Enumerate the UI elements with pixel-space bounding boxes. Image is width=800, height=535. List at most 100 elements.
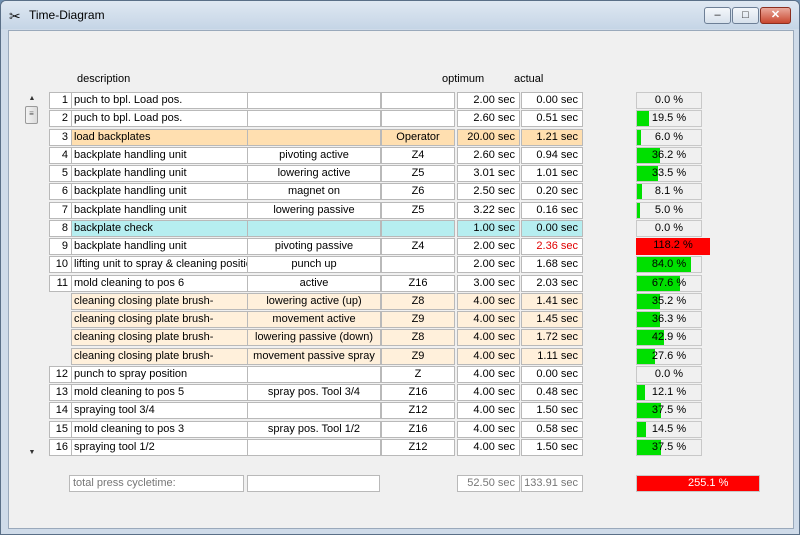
- percentage-bar: 19.5 %: [636, 110, 702, 128]
- header-description: description: [77, 73, 131, 85]
- row-code: Z16: [381, 274, 455, 292]
- row-optimum: 2.00 sec: [457, 256, 520, 274]
- row-optimum: 4.00 sec: [457, 347, 520, 365]
- table-row[interactable]: 10 lifting unit to spray & cleaning posit…: [9, 256, 793, 274]
- row-optimum: 1.00 sec: [457, 219, 520, 237]
- row-code: Z12: [381, 402, 455, 420]
- table-row[interactable]: 7 backplate handling unit lowering passive…: [9, 201, 793, 220]
- percentage-label: 5.0 %: [654, 203, 684, 216]
- percentage-bar: 0.0 %: [636, 219, 702, 237]
- total-cycletime-label: total press cycletime:: [69, 475, 244, 492]
- table-row[interactable]: 8 backplate check 1.00 sec 0.00 sec 0.0 %: [9, 219, 793, 238]
- row-code: Z: [381, 365, 455, 383]
- row-optimum: 4.00 sec: [457, 365, 520, 383]
- table-row[interactable]: 3 load backplates Operator 20.00 sec 1.21 se…: [9, 128, 793, 147]
- row-action: [247, 92, 381, 109]
- row-action: [247, 128, 381, 146]
- close-button[interactable]: ✕: [760, 7, 791, 24]
- row-actual: 0.16 sec: [521, 201, 583, 219]
- percentage-label: 35.2 %: [651, 294, 687, 307]
- row-optimum: 4.00 sec: [457, 311, 520, 328]
- header-optimum: optimum: [442, 73, 485, 85]
- header-actual: actual: [514, 73, 544, 85]
- table-row[interactable]: 1 puch to bpl. Load pos. 2.00 sec 0.00 sec 0…: [9, 92, 793, 110]
- row-action: [247, 219, 381, 237]
- table-row[interactable]: 16 spraying tool 1/2 Z12 4.00 sec 1.50 sec 37…: [9, 438, 793, 457]
- row-number: 9: [49, 238, 72, 255]
- percentage-bar: 0.0 %: [636, 92, 702, 109]
- row-number: [49, 293, 72, 310]
- maximize-button[interactable]: □: [732, 7, 759, 24]
- row-number: 6: [49, 183, 72, 201]
- percentage-bar: 118.2 %: [636, 238, 712, 255]
- time-diagram-window: ✂ Time-Diagram – □ ✕ description optimum…: [0, 0, 800, 535]
- percentage-bar: 67.6 %: [636, 274, 702, 292]
- percentage-bar: 36.3 %: [636, 311, 702, 328]
- table-row[interactable]: cleaning closing plate brush-movement pa…: [9, 347, 793, 366]
- percentage-label: 14.5 %: [651, 422, 687, 435]
- table-row[interactable]: 15 mold cleaning to pos 3 spray pos. Tool …: [9, 420, 793, 439]
- table-row[interactable]: 2 puch to bpl. Load pos. 2.60 sec 0.51 sec 1…: [9, 110, 793, 128]
- percentage-bar: 0.0 %: [636, 365, 702, 383]
- row-optimum: 2.00 sec: [457, 238, 520, 255]
- row-description: puch to bpl. Load pos.: [71, 92, 252, 109]
- percentage-label: 12.1 %: [651, 386, 687, 398]
- row-actual: 0.20 sec: [521, 183, 583, 201]
- table-row[interactable]: 5 backplate handling unit lowering active Z…: [9, 165, 793, 183]
- table-row[interactable]: 9 backplate handling unit pivoting passive…: [9, 238, 793, 256]
- row-optimum: 4.00 sec: [457, 438, 520, 456]
- percentage-bar: 84.0 %: [636, 256, 702, 274]
- table-row[interactable]: 13 mold cleaning to pos 5 spray pos. Tool …: [9, 384, 793, 402]
- row-number: 5: [49, 165, 72, 182]
- row-optimum: 20.00 sec: [457, 128, 520, 146]
- app-icon: ✂: [9, 8, 21, 24]
- row-number: 2: [49, 110, 72, 128]
- table-row[interactable]: 11 mold cleaning to pos 6 active Z16 3.00 se…: [9, 274, 793, 293]
- row-number: 7: [49, 201, 72, 219]
- total-percentage-label: 255.1 %: [688, 477, 729, 489]
- row-optimum: 4.00 sec: [457, 292, 520, 310]
- table-row[interactable]: 12 punch to spray position Z 4.00 sec 0.00 s…: [9, 365, 793, 384]
- row-number: [49, 311, 72, 328]
- percentage-bar: 6.0 %: [636, 128, 702, 146]
- row-actual: 0.00 sec: [521, 219, 583, 237]
- row-action: pivoting active: [247, 146, 381, 164]
- row-number: 12: [49, 365, 72, 383]
- percentage-bar: 37.5 %: [636, 402, 702, 420]
- row-description: spraying tool 1/2: [71, 438, 252, 456]
- row-description: backplate handling unit: [71, 183, 252, 201]
- percentage-label: 0.0 %: [654, 221, 684, 234]
- row-code: Z5: [381, 201, 455, 219]
- minimize-button[interactable]: –: [704, 7, 731, 24]
- row-optimum: 4.00 sec: [457, 384, 520, 401]
- table-row[interactable]: cleaning closing plate brush-movement ac…: [9, 311, 793, 329]
- row-action: movement active: [247, 311, 381, 328]
- title-bar[interactable]: ✂ Time-Diagram – □ ✕: [1, 1, 799, 29]
- percentage-label: 42.9 %: [651, 331, 687, 344]
- row-actual: 2.03 sec: [521, 274, 583, 292]
- percentage-label: 0.0 %: [654, 94, 684, 106]
- table-row[interactable]: cleaning closing plate brush-lowering ac…: [9, 292, 793, 311]
- table-row[interactable]: 6 backplate handling unit magnet on Z6 2.50 …: [9, 183, 793, 201]
- percentage-bar: 37.5 %: [636, 438, 702, 456]
- row-description: backplate handling unit: [71, 238, 252, 255]
- row-number: 14: [49, 402, 72, 420]
- row-code: Operator: [381, 128, 455, 146]
- row-code: Z6: [381, 183, 455, 201]
- row-actual: 1.72 sec: [521, 329, 583, 347]
- percentage-label: 19.5 %: [651, 112, 687, 125]
- row-code: Z8: [381, 329, 455, 347]
- table-row[interactable]: cleaning closing plate brush-lowering pa…: [9, 329, 793, 347]
- row-number: 1: [49, 92, 72, 109]
- row-code: Z8: [381, 292, 455, 310]
- row-code: Z16: [381, 420, 455, 438]
- row-code: Z5: [381, 165, 455, 182]
- table-row[interactable]: 14 spraying tool 3/4 Z12 4.00 sec 1.50 sec 37…: [9, 402, 793, 420]
- percentage-label: 37.5 %: [651, 404, 687, 417]
- row-description: punch to spray position: [71, 365, 252, 383]
- row-number: 11: [49, 274, 72, 292]
- row-optimum: 4.00 sec: [457, 402, 520, 420]
- row-actual: 1.68 sec: [521, 256, 583, 274]
- optimum-total: 52.50 sec: [457, 475, 520, 492]
- table-row[interactable]: 4 backplate handling unit pivoting active Z…: [9, 146, 793, 165]
